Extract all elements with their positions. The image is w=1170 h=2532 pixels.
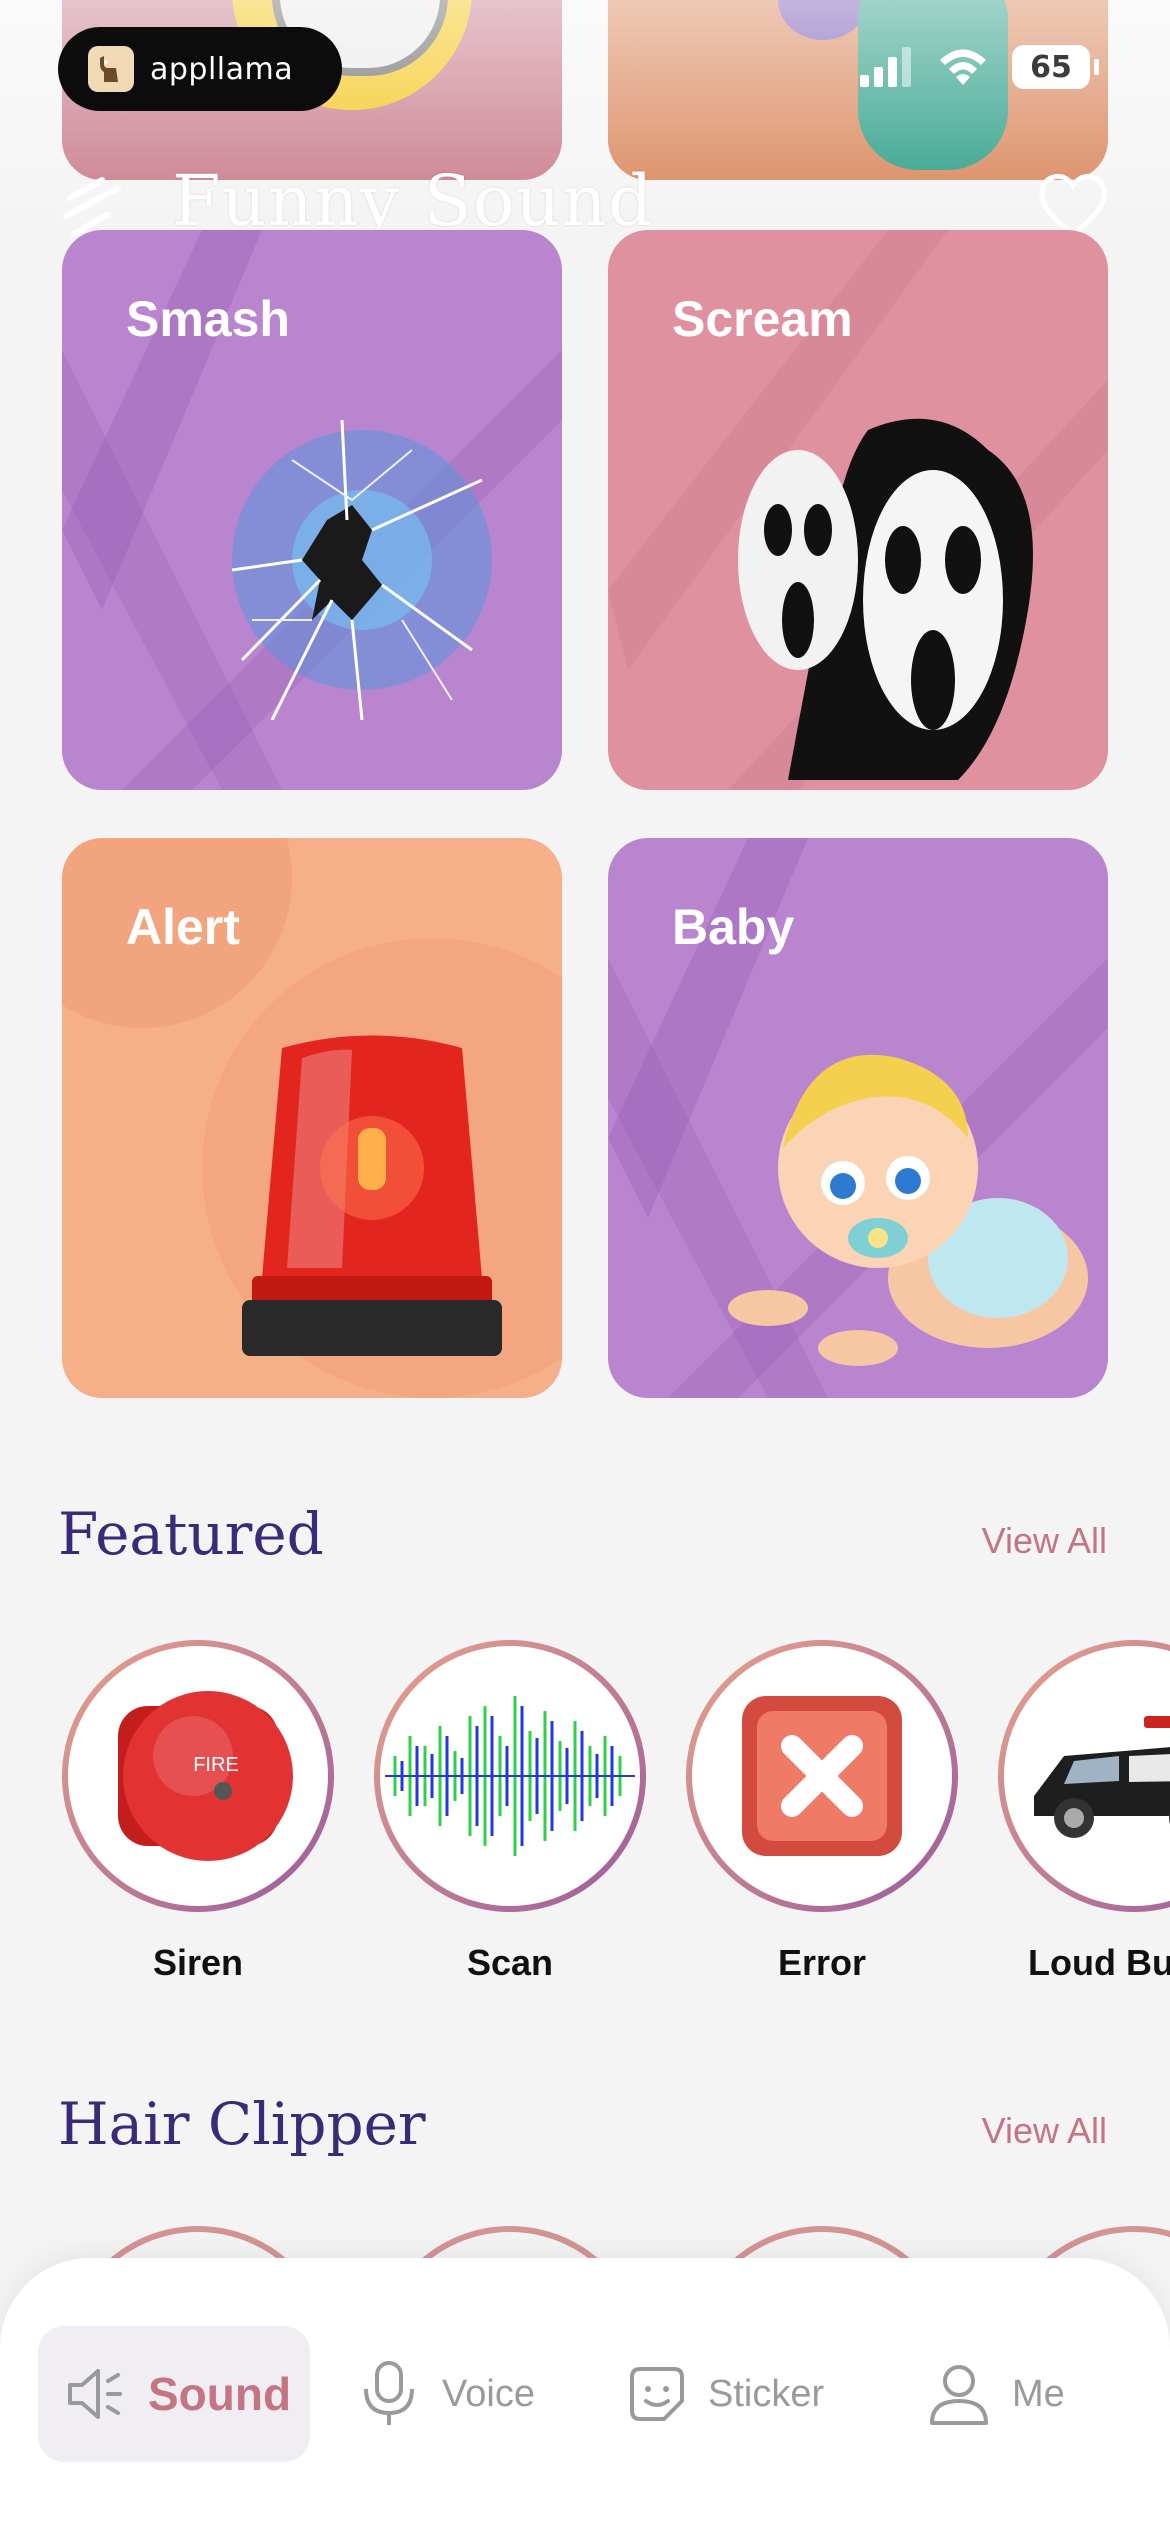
card-title: Baby: [672, 899, 795, 955]
battery-icon: 65: [1012, 45, 1099, 89]
sound-item-ring: [374, 1640, 646, 1912]
nav-label: Voice: [442, 2372, 535, 2415]
sound-item-ring: [686, 1640, 958, 1912]
error-x-icon: [742, 1696, 902, 1856]
card-title: Alert: [126, 899, 240, 955]
nav-label: Sticker: [708, 2372, 825, 2415]
bottom-nav: Sound Voice Sticker Me: [0, 2258, 1170, 2532]
svg-text:FIRE: FIRE: [193, 1754, 239, 1776]
sound-item-scan[interactable]: Scan: [374, 1640, 646, 1984]
sound-item-ring: [998, 1640, 1170, 1912]
microphone-icon: [364, 2361, 414, 2425]
nav-label: Sound: [148, 2368, 292, 2420]
sound-item-label: Error: [777, 1942, 867, 1983]
sound-item-siren[interactable]: FIRE Siren: [62, 1640, 334, 1984]
card-title: Scream: [672, 291, 853, 347]
llama-logo-icon: [88, 46, 134, 92]
category-card-smash[interactable]: Smash: [62, 230, 562, 790]
sound-item-label: Siren: [152, 1942, 244, 1983]
siren-light-image: [242, 1035, 502, 1356]
nav-item-sticker[interactable]: Sticker: [626, 2326, 824, 2462]
sound-item-ring: FIRE: [62, 1640, 334, 1912]
scream-mask-image: [738, 418, 1033, 780]
sound-item-label: Scan: [466, 1942, 554, 1983]
user-icon: [930, 2365, 988, 2425]
featured-view-all-link[interactable]: View All: [982, 1520, 1107, 1562]
card-title: Smash: [126, 291, 290, 347]
speaker-icon: [68, 2369, 122, 2419]
app-pill: appllama: [58, 27, 342, 111]
sticker-face-icon: [630, 2367, 684, 2421]
app-pill-label: appllama: [150, 51, 294, 87]
section-title-featured: Featured: [58, 1500, 324, 1568]
sound-item-loud-bu[interactable]: Loud Bu: [998, 1640, 1170, 1984]
waveform-icon: [385, 1696, 635, 1856]
police-car-icon: [1034, 1716, 1170, 1838]
fire-bell-icon: FIRE: [118, 1691, 293, 1861]
broken-glass-image: [232, 420, 483, 720]
category-card-scream[interactable]: Scream: [608, 230, 1108, 790]
section-title-hair-clipper: Hair Clipper: [58, 2090, 426, 2158]
nav-item-me[interactable]: Me: [926, 2326, 1065, 2462]
category-card-baby[interactable]: Baby: [608, 838, 1108, 1398]
signal-icon: [860, 47, 911, 87]
sound-item-label: Loud Bu: [1028, 1942, 1170, 1983]
category-card-alert[interactable]: Alert: [62, 838, 562, 1398]
hair-clipper-view-all-link[interactable]: View All: [982, 2110, 1107, 2152]
nav-label: Me: [1012, 2372, 1065, 2415]
baby-image: [728, 1054, 1088, 1366]
nav-item-sound[interactable]: Sound: [38, 2326, 310, 2462]
sound-item-error[interactable]: Error: [686, 1640, 958, 1984]
wifi-icon: [940, 49, 986, 85]
nav-item-voice[interactable]: Voice: [356, 2326, 535, 2462]
screen: appllama 65 Funny Sound Smash Scream Ale…: [0, 0, 1170, 2532]
status-icons: 65: [860, 45, 1099, 89]
